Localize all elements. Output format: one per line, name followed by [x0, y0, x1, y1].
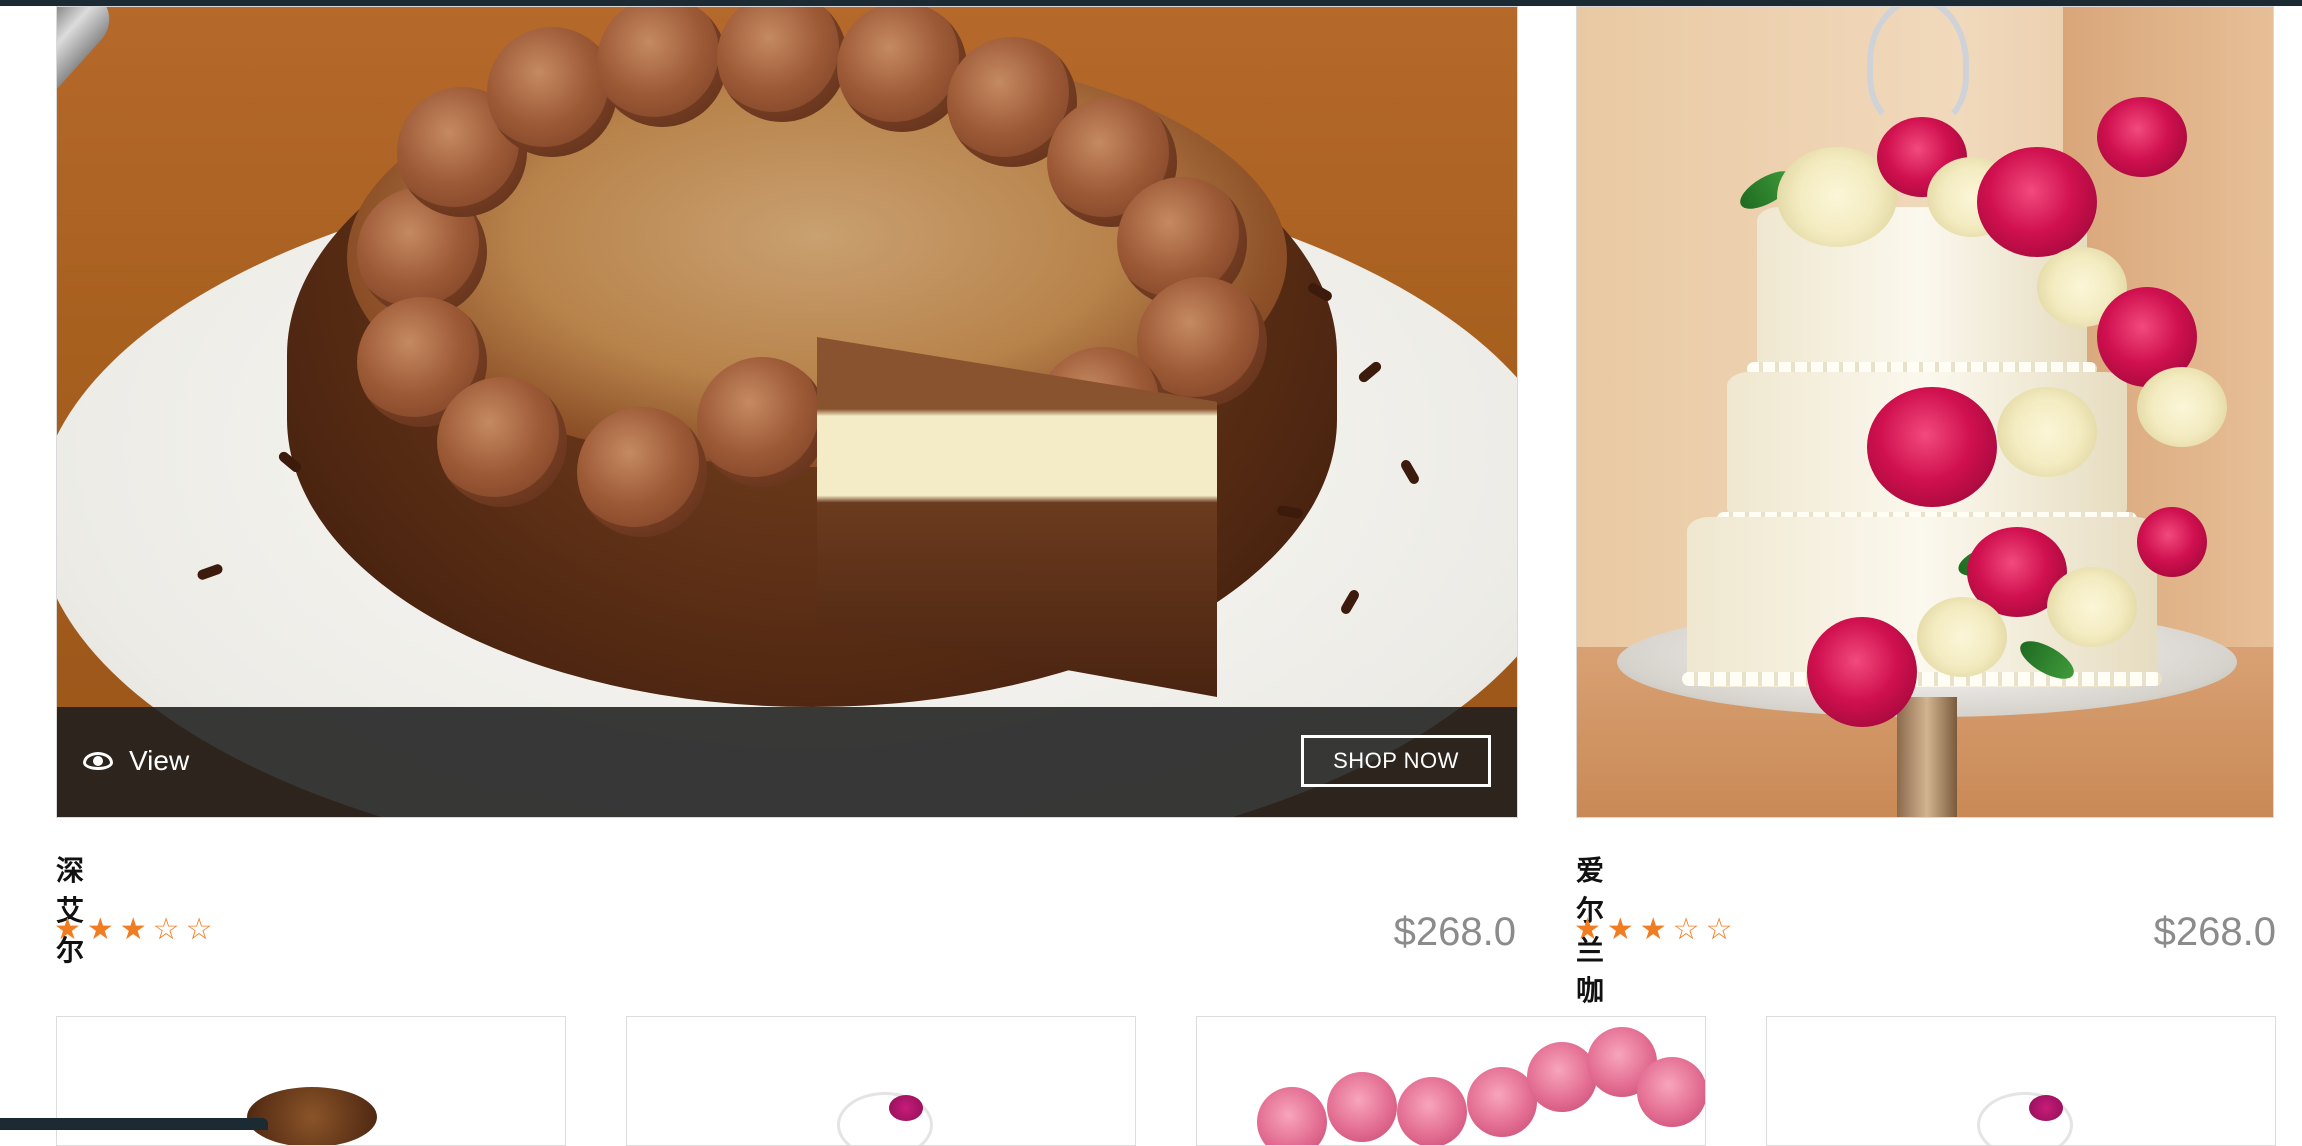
eye-icon [83, 752, 113, 770]
view-link[interactable]: View [83, 745, 189, 777]
product-price: $268.0 [1393, 910, 1516, 954]
product-image[interactable] [1576, 6, 2274, 818]
shop-now-button[interactable]: SHOP NOW [1301, 735, 1491, 787]
bottom-toolbar-edge [0, 1118, 268, 1130]
product-name[interactable]: 深艾尔 [56, 849, 84, 969]
rating-stars: ★★★☆☆ [1574, 912, 1739, 947]
product-price: $268.0 [2153, 910, 2276, 954]
product-card[interactable] [1196, 1016, 1706, 1146]
view-label: View [129, 745, 190, 776]
product-image[interactable]: View SHOP NOW [56, 6, 1518, 818]
product-card[interactable] [626, 1016, 1136, 1146]
rating-stars: ★★★☆☆ [54, 912, 219, 947]
product-image [247, 1087, 377, 1145]
product-overlay-bar: View SHOP NOW [57, 707, 1517, 817]
product-card[interactable] [1766, 1016, 2276, 1146]
